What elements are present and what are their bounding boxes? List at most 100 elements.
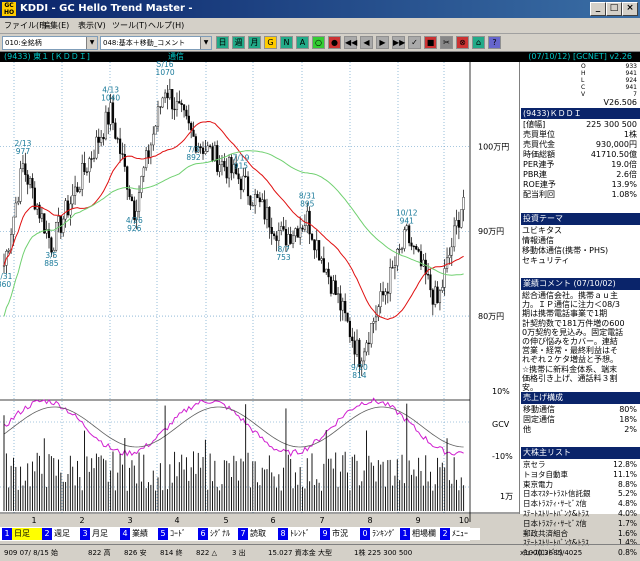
candle-body [192,129,195,137]
stock-list-select[interactable]: 010:全銘柄 ▼ [2,36,98,50]
candle-body [303,225,306,230]
indicator-signal-line [3,406,464,448]
tab-1[interactable]: 2 週足 [42,528,80,540]
candle-body [275,235,278,241]
tab-11[interactable]: 2 ﾒﾆｭｰ [440,528,480,540]
toolbar-icon-10[interactable]: ▶ [376,36,389,49]
candle-body [121,153,124,155]
candle-body [313,239,316,251]
holder-pct: 1.7% [617,518,637,528]
candle-body [308,210,311,235]
tab-5[interactable]: 6 ｼｸﾞﾅﾙ [198,528,238,540]
toolbar-icon-5[interactable]: A [296,36,309,49]
candle-body [73,186,77,196]
candle-body [57,216,60,223]
menu-tools[interactable]: ツール(T) [112,20,147,31]
candle-body [95,136,98,159]
layout-select[interactable]: 048:基本＋移動_コメント ▼ [100,36,212,50]
tab-2[interactable]: 3 月足 [80,528,120,540]
candle-body [315,240,318,251]
holder-name: 日本ﾄﾗｽﾃｨ･ｻｰﾋﾞｽ信 [523,499,587,509]
toolbar-icon-9[interactable]: ◀ [360,36,373,49]
price-chart[interactable]: 1/318602/139773/58854/1310404/269265/161… [0,60,519,525]
tab-8[interactable]: 9 市況 [320,528,360,540]
candle-body [426,274,430,276]
comment-line: の伸び悩みをカバー。連結 [522,337,618,346]
candle-body [322,258,325,273]
toolbar-icon-1[interactable]: 週 [232,36,245,49]
toolbar-icon-12[interactable]: ✓ [408,36,421,49]
toolbar-icon-3[interactable]: G [264,36,277,49]
quote-label: PER連予 [523,160,555,169]
candle-body [62,218,65,233]
minimize-button[interactable]: _ [590,2,606,16]
toolbar-icon-4[interactable]: N [280,36,293,49]
holder-pct: 4.0% [617,509,637,518]
candle-body [280,226,283,231]
toolbar-icon-7[interactable]: ● [328,36,341,49]
tab-0[interactable]: 1 日足 [2,528,42,540]
tab-7[interactable]: 8 ﾄﾚﾝﾄﾞ [278,528,320,540]
toolbar-icon-15[interactable]: ⊗ [456,36,469,49]
candle-body [417,249,420,252]
candle-body [130,196,134,201]
candle-body [370,323,373,345]
candle-body [109,102,112,125]
toolbar-icon-17[interactable]: ? [488,36,501,49]
candle-body [185,109,188,117]
candle-body [341,301,344,311]
toolbar-icon-0[interactable]: 日 [216,36,229,49]
candle-body [166,92,169,99]
maximize-button[interactable]: □ [606,2,622,16]
close-button[interactable]: × [622,2,638,16]
ohlc-row: V7 [523,91,639,98]
quote-label: 時価総額 [523,150,555,159]
price-axis-label: 80万円 [478,312,504,321]
candle-body [381,291,385,296]
menu-edit[interactable]: 編集(E) [42,20,69,31]
candle-body [71,195,74,205]
candle-body [237,173,240,180]
sales-label: 移動通信 [523,405,555,414]
toolbar-icon-13[interactable]: ■ [424,36,437,49]
candle-body [367,342,370,345]
toolbar-icon-2[interactable]: 月 [248,36,261,49]
menu-view[interactable]: 表示(V) [78,20,106,31]
tab-10[interactable]: 1 相場欄 [400,528,440,540]
toolbar-icon-14[interactable]: ✂ [440,36,453,49]
annotation-price: 860 [0,280,11,289]
quote-value: 19.0倍 [611,160,637,169]
candle-body [429,274,432,291]
status-item: 822 △ [196,549,217,557]
chart-canvas[interactable]: 1/318602/139773/58854/1310404/269265/161… [0,60,519,527]
quote-value: 1.08% [611,190,637,199]
candle-body [190,122,193,131]
candle-body [353,340,356,355]
candle-body [149,144,152,158]
turnover-value: V26.506 [603,98,637,107]
tab-3[interactable]: 4 業績 [120,528,158,540]
candle-body [123,154,126,167]
toolbar-icon-11[interactable]: ▶▶ [392,36,405,49]
candle-body [97,136,100,143]
toolbar-icon-8[interactable]: ◀◀ [344,36,357,49]
menu-help[interactable]: ヘルプ(H) [148,20,184,31]
tab-4[interactable]: 5 ｺｰﾄﾞ [158,528,198,540]
candle-body [282,226,285,230]
ohlc-value: 941 [625,84,637,91]
candle-body [159,106,162,108]
window-title: KDDI - GC Hello Trend Master - [20,3,193,14]
holder-name: 日本ﾏｽﾀｰﾄﾗｽﾄ信託銀 [523,489,591,499]
candle-body [47,229,51,238]
tab-9[interactable]: 0 ﾗﾝｷﾝｸﾞ [360,528,400,540]
toolbar-icon-6[interactable]: ○ [312,36,325,49]
ma-short-line [3,120,464,321]
candle-body [107,111,110,125]
tab-6[interactable]: 7 読取 [238,528,278,540]
menu-file[interactable]: ファイル(F) [4,20,47,31]
candle-body [92,157,96,160]
ohlc-label: O [581,63,586,70]
toolbar-icon-16[interactable]: ⌂ [472,36,485,49]
tab-number: 6 [198,528,208,540]
ohlc-label: C [581,84,586,91]
